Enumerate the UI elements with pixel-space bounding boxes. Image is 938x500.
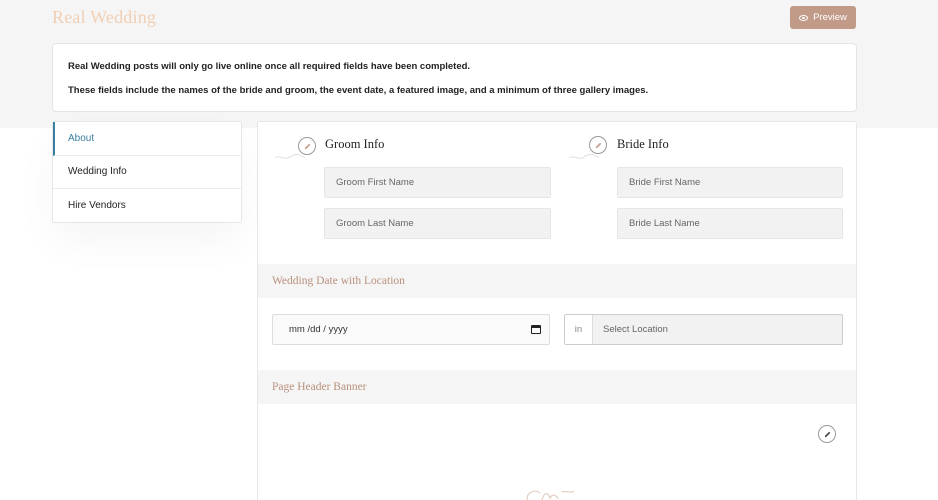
main-form-panel: Groom Info Groom First Name Groom Last N… <box>257 121 857 500</box>
wedding-date-section-header: Wedding Date with Location <box>258 264 856 298</box>
sidebar-item-hire-vendors[interactable]: Hire Vendors <box>53 189 241 223</box>
section-title: Wedding Date with Location <box>272 275 405 287</box>
bride-first-name-input[interactable]: Bride First Name <box>617 167 843 198</box>
bride-info-title: Bride Info <box>617 137 669 151</box>
edit-banner-button[interactable] <box>818 425 836 443</box>
wedding-date-input[interactable]: mm /dd / yyyy <box>272 314 550 345</box>
location-prefix: in <box>565 315 593 344</box>
sidebar-item-label: Hire Vendors <box>68 200 126 212</box>
sidebar-item-label: About <box>68 132 95 144</box>
edit-groom-photo-button[interactable] <box>298 137 316 155</box>
pencil-icon <box>304 143 310 149</box>
groom-last-name-input[interactable]: Groom Last Name <box>324 208 551 239</box>
location-input[interactable]: Select Location <box>593 315 842 344</box>
banner-placeholder-logo <box>526 490 575 500</box>
sidebar-item-wedding-info[interactable]: Wedding Info <box>53 156 241 189</box>
sidebar-item-label: Wedding Info <box>68 166 127 178</box>
bride-last-name-input[interactable]: Bride Last Name <box>617 208 843 239</box>
notice-box: Real Wedding posts will only go live onl… <box>52 43 857 112</box>
edit-bride-photo-button[interactable] <box>589 136 607 154</box>
calendar-icon[interactable] <box>531 325 541 334</box>
sidebar-nav: About Wedding Info Hire Vendors <box>52 121 242 223</box>
date-placeholder: mm /dd / yyyy <box>289 324 348 335</box>
preview-button-label: Preview <box>813 12 847 23</box>
groom-first-name-input[interactable]: Groom First Name <box>324 167 551 198</box>
banner-section-header: Page Header Banner <box>258 370 856 404</box>
preview-button[interactable]: Preview <box>790 6 856 29</box>
eye-icon <box>799 14 809 21</box>
pencil-icon <box>595 142 601 148</box>
notice-line-2: These fields include the names of the br… <box>68 85 649 96</box>
location-field-group: in Select Location <box>564 314 843 345</box>
sidebar-item-about[interactable]: About <box>53 122 241 156</box>
notice-line-1: Real Wedding posts will only go live onl… <box>68 61 471 72</box>
page-title: Real Wedding <box>52 7 157 27</box>
groom-info-title: Groom Info <box>325 137 385 151</box>
pencil-icon <box>824 431 830 437</box>
section-title: Page Header Banner <box>272 381 367 393</box>
